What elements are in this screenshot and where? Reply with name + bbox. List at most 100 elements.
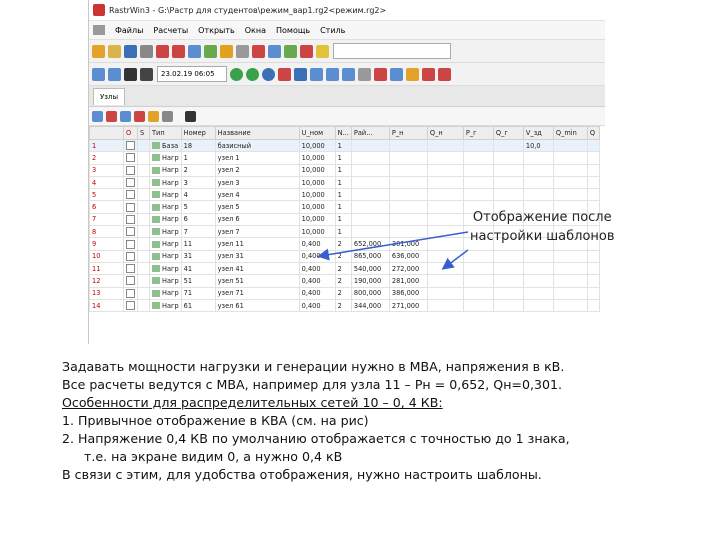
checkbox-icon[interactable] [126,141,135,151]
row-number[interactable]: 8 [89,225,124,239]
column-header[interactable]: U_ном [298,126,336,140]
table-cell[interactable]: узел 61 [214,298,300,313]
table-cell[interactable] [462,286,494,300]
equal-icon[interactable] [438,67,451,81]
table-cell[interactable] [388,200,428,214]
calc-icon[interactable] [204,44,217,58]
table-cell[interactable] [388,212,428,227]
row-checkbox[interactable] [123,261,138,276]
table-cell[interactable]: 190,000 [350,274,390,288]
menu-calculations[interactable]: Расчеты [153,26,188,35]
table-cell[interactable]: узел 4 [214,188,300,202]
table-cell[interactable] [462,274,494,288]
table-cell[interactable]: 31 [180,249,216,263]
table-cell[interactable]: 10,0 [522,138,554,153]
table-cell[interactable] [522,151,554,165]
table-cell[interactable] [462,175,494,190]
delete-icon[interactable] [172,44,185,58]
table-cell[interactable]: 0,400 [298,261,336,276]
column-header[interactable]: О [123,126,138,140]
table-cell[interactable] [462,188,494,202]
cell-type[interactable]: Нагр [149,237,182,251]
row-checkbox[interactable] [123,200,138,214]
menu-files[interactable]: Файлы [115,26,143,35]
table-cell[interactable]: 18 [180,138,216,153]
table-row[interactable]: 11 Нагр 41 узел 41 0,400 2 540,000 272,000 [89,261,600,276]
table-cell[interactable] [137,274,150,288]
table-row[interactable]: 5 Нагр 4 узел 4 10,000 1 [89,188,600,202]
table-cell[interactable] [492,151,524,165]
table-row[interactable]: 4 Нагр 3 узел 3 10,000 1 [89,175,600,190]
table-cell[interactable] [522,175,554,190]
checkbox-icon[interactable] [126,190,135,200]
table-row[interactable]: 3 Нагр 2 узел 2 10,000 1 [89,163,600,177]
table-cell[interactable] [426,188,464,202]
cell-type[interactable]: Нагр [149,212,182,227]
datetime-field[interactable]: 23.02.19 06:05 [157,66,227,82]
row-number[interactable]: 2 [89,151,124,165]
checkbox-icon[interactable] [126,202,135,212]
table-cell[interactable] [350,175,390,190]
grid-icon[interactable] [92,67,105,81]
table-cell[interactable]: 0,400 [298,298,336,313]
table-cell[interactable]: 2 [334,274,352,288]
table-cell[interactable]: узел 31 [214,249,300,263]
table-cell[interactable] [350,200,390,214]
table-cell[interactable]: узел 7 [214,225,300,239]
column-header[interactable]: Рай... [350,126,390,140]
chart-icon[interactable] [374,67,387,81]
table-cell[interactable]: 272,000 [388,261,428,276]
table-cell[interactable]: 800,000 [350,286,390,300]
cell-type[interactable]: Нагр [149,151,182,165]
table-cell[interactable]: 41 [180,261,216,276]
table-cell[interactable]: 10,000 [298,212,336,227]
table-cell[interactable] [137,298,150,313]
table-cell[interactable]: узел 1 [214,151,300,165]
cell-type[interactable]: Нагр [149,200,182,214]
table-row[interactable]: 10 Нагр 31 узел 31 0,400 2 865,000 636,000 [89,249,600,263]
column-header[interactable]: V_зд [522,126,554,140]
tool-icon[interactable] [140,44,153,58]
table-cell[interactable] [492,163,524,177]
table-cell[interactable] [426,298,464,313]
checkbox-icon[interactable] [126,165,135,175]
table-cell[interactable] [350,138,390,153]
table-cell[interactable]: 6 [180,212,216,227]
table-cell[interactable] [426,138,464,153]
checkbox-icon[interactable] [126,227,135,237]
table-cell[interactable] [492,274,524,288]
plus-icon[interactable] [294,67,307,81]
tab-nodes[interactable]: Узлы [93,87,125,105]
table-cell[interactable]: 1 [180,151,216,165]
table-cell[interactable] [552,138,588,153]
table-cell[interactable]: 11 [180,237,216,251]
table-cell[interactable]: 1 [334,212,352,227]
table-cell[interactable] [522,298,554,313]
table-cell[interactable]: узел 3 [214,175,300,190]
table-cell[interactable]: 636,000 [388,249,428,263]
table-cell[interactable] [137,237,150,251]
checkbox-icon[interactable] [126,288,135,298]
row-number[interactable]: 4 [89,175,124,190]
save-icon[interactable] [124,44,137,58]
table-cell[interactable]: узел 2 [214,163,300,177]
table-row[interactable]: 2 Нагр 1 узел 1 10,000 1 [89,151,600,165]
pencil-icon[interactable] [406,67,419,81]
table-cell[interactable] [552,175,588,190]
table-cell[interactable] [388,163,428,177]
row-checkbox[interactable] [123,212,138,227]
run-icon[interactable] [220,44,233,58]
row-checkbox[interactable] [123,225,138,239]
settings-icon[interactable] [236,44,249,58]
menu-open[interactable]: Открыть [198,26,235,35]
table-cell[interactable]: 2 [334,249,352,263]
table-cell[interactable]: 10,000 [298,138,336,153]
up-icon[interactable] [124,67,137,81]
table-cell[interactable] [426,151,464,165]
doc2-icon[interactable] [326,67,339,81]
table-cell[interactable] [137,225,150,239]
table-cell[interactable] [426,225,464,239]
checkbox-icon[interactable] [126,214,135,224]
table-cell[interactable]: 10,000 [298,151,336,165]
table-cell[interactable] [426,261,464,276]
